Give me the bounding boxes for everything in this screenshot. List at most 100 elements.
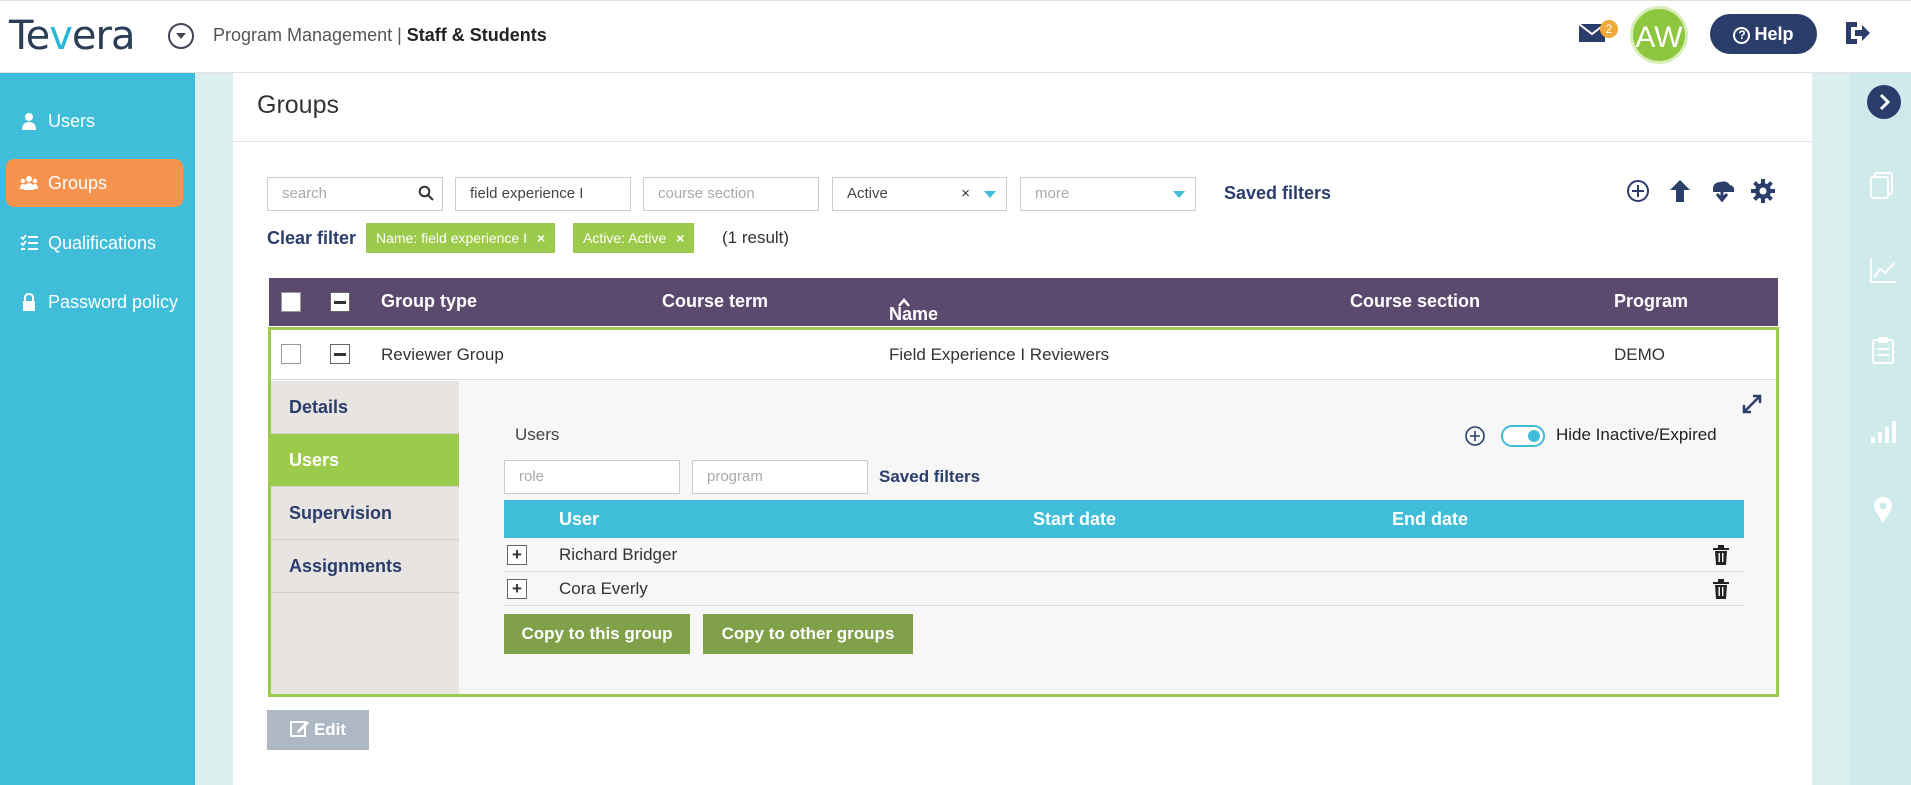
collapse-all-icon[interactable] (330, 292, 350, 312)
help-icon: ? (1733, 27, 1751, 44)
chevron-down-icon[interactable] (984, 191, 996, 198)
close-icon[interactable]: × (676, 230, 684, 246)
right-gutter (1812, 73, 1850, 785)
bar-chart-icon[interactable] (1868, 415, 1898, 445)
edit-button[interactable]: Edit (267, 710, 369, 750)
row-checkbox[interactable] (281, 344, 301, 364)
trash-icon[interactable] (1712, 545, 1730, 565)
breadcrumb: Program Management | Staff & Students (213, 25, 547, 46)
cell-name: Field Experience I Reviewers (889, 345, 1110, 364)
tab-assignments[interactable]: Assignments (271, 540, 459, 593)
search-icon[interactable] (418, 185, 434, 201)
sidebar-item-qualifications[interactable]: Qualifications (6, 219, 183, 267)
tab-supervision[interactable]: Supervision (271, 487, 459, 540)
clear-filter-link[interactable]: Clear filter (267, 228, 356, 249)
sidebar-item-groups[interactable]: Groups (6, 159, 183, 207)
sidebar: Users Groups Qualifications Password pol… (0, 73, 195, 785)
column-course-section[interactable]: Course section (1350, 291, 1480, 312)
search-input[interactable]: search (267, 177, 443, 211)
groups-table-header: Group type Course term Name Course secti… (269, 278, 1778, 326)
sidebar-item-label: Qualifications (48, 233, 157, 253)
column-start-date[interactable]: Start date (1033, 509, 1116, 530)
hide-inactive-label: Hide Inactive/Expired (1556, 425, 1717, 444)
avatar[interactable]: AW (1630, 6, 1688, 64)
cloud-download-icon[interactable] (1708, 177, 1736, 205)
course-section-input[interactable]: course section (643, 177, 819, 211)
users-panel: Users Hide Inactive/Expired role program… (459, 381, 1776, 694)
select-all-checkbox[interactable] (281, 292, 301, 312)
hide-inactive-toggle[interactable] (1501, 425, 1545, 447)
sidebar-item-users[interactable]: Users (6, 97, 183, 145)
column-end-date[interactable]: End date (1392, 509, 1468, 530)
saved-filters-link[interactable]: Saved filters (879, 467, 980, 487)
more-filters-select[interactable]: more (1020, 177, 1196, 211)
expand-panel-button[interactable] (1867, 85, 1901, 119)
breadcrumb-module[interactable]: Program Management | (213, 25, 402, 45)
chevron-right-icon (1879, 93, 1891, 111)
top-bar: Tevera Program Management | Staff & Stud… (0, 0, 1911, 73)
column-group-type[interactable]: Group type (381, 291, 477, 312)
trash-icon[interactable] (1712, 579, 1730, 599)
close-icon[interactable]: × (537, 230, 545, 246)
filter-chip-active[interactable]: Active: Active × (573, 223, 695, 253)
mail-count-badge: 2 (1600, 20, 1618, 38)
group-icon (20, 176, 38, 190)
name-filter-input[interactable]: field experience I (455, 177, 631, 211)
role-filter-input[interactable]: role (504, 460, 680, 494)
chevron-down-icon[interactable] (1173, 191, 1185, 198)
sidebar-item-label: Password policy (48, 292, 179, 312)
main-panel: Groups search field experience I course … (233, 73, 1812, 785)
result-count: (1 result) (722, 228, 790, 247)
saved-filters-link[interactable]: Saved filters (1224, 183, 1331, 204)
copy-to-other-groups-button[interactable]: Copy to other groups (703, 614, 913, 654)
detail-tabs: Details Users Supervision Assignments (271, 381, 471, 694)
help-button[interactable]: ? Help (1710, 14, 1817, 54)
expand-icon[interactable] (1741, 393, 1763, 415)
checklist-icon (20, 234, 38, 250)
cell-group-type: Reviewer Group (381, 345, 504, 364)
column-program[interactable]: Program (1614, 291, 1688, 312)
cell-program: DEMO (1614, 345, 1665, 364)
copy-to-this-group-button[interactable]: Copy to this group (504, 614, 690, 654)
documents-icon[interactable] (1868, 170, 1898, 200)
divider (233, 141, 1812, 142)
cloud-upload-icon[interactable] (1666, 177, 1694, 205)
expand-row-icon[interactable]: + (507, 579, 527, 599)
table-row[interactable]: + Cora Everly (504, 572, 1744, 606)
column-name[interactable]: Name (889, 291, 938, 324)
table-row[interactable]: Reviewer Group Field Experience I Review… (271, 330, 1776, 380)
edit-icon (289, 721, 309, 737)
sidebar-item-label: Users (48, 111, 96, 131)
page-title: Groups (257, 91, 339, 119)
breadcrumb-page: Staff & Students (406, 25, 547, 45)
clear-status-icon[interactable]: × (961, 178, 970, 210)
program-filter-input[interactable]: program (692, 460, 868, 494)
tab-users[interactable]: Users (271, 434, 471, 487)
user-name: Richard Bridger (559, 545, 678, 564)
module-switcher-chevron-icon[interactable] (168, 23, 194, 49)
users-table-header: User Start date End date (504, 500, 1744, 538)
add-circle-icon[interactable] (1624, 177, 1652, 205)
left-gutter (195, 73, 233, 785)
gear-icon[interactable] (1749, 177, 1777, 205)
user-icon (22, 113, 36, 130)
column-user[interactable]: User (559, 509, 599, 530)
table-row[interactable]: + Richard Bridger (504, 538, 1744, 572)
logout-icon[interactable] (1843, 19, 1871, 47)
users-section-title: Users (515, 425, 560, 444)
expanded-group-row: Reviewer Group Field Experience I Review… (268, 327, 1779, 697)
location-pin-icon[interactable] (1868, 495, 1898, 525)
status-select[interactable]: Active × (832, 177, 1007, 211)
add-user-icon[interactable] (1464, 425, 1486, 447)
expand-row-icon[interactable]: + (507, 545, 527, 565)
line-chart-icon[interactable] (1868, 255, 1898, 285)
column-course-term[interactable]: Course term (662, 291, 768, 312)
sidebar-item-label: Groups (48, 173, 108, 193)
collapse-row-icon[interactable] (330, 344, 350, 364)
tevera-logo[interactable]: Tevera (9, 13, 135, 59)
lock-icon (23, 293, 35, 311)
clipboard-icon[interactable] (1868, 335, 1898, 365)
tab-details[interactable]: Details (271, 381, 459, 434)
sidebar-item-password-policy[interactable]: Password policy (6, 278, 183, 326)
filter-chip-name[interactable]: Name: field experience I × (366, 223, 556, 253)
